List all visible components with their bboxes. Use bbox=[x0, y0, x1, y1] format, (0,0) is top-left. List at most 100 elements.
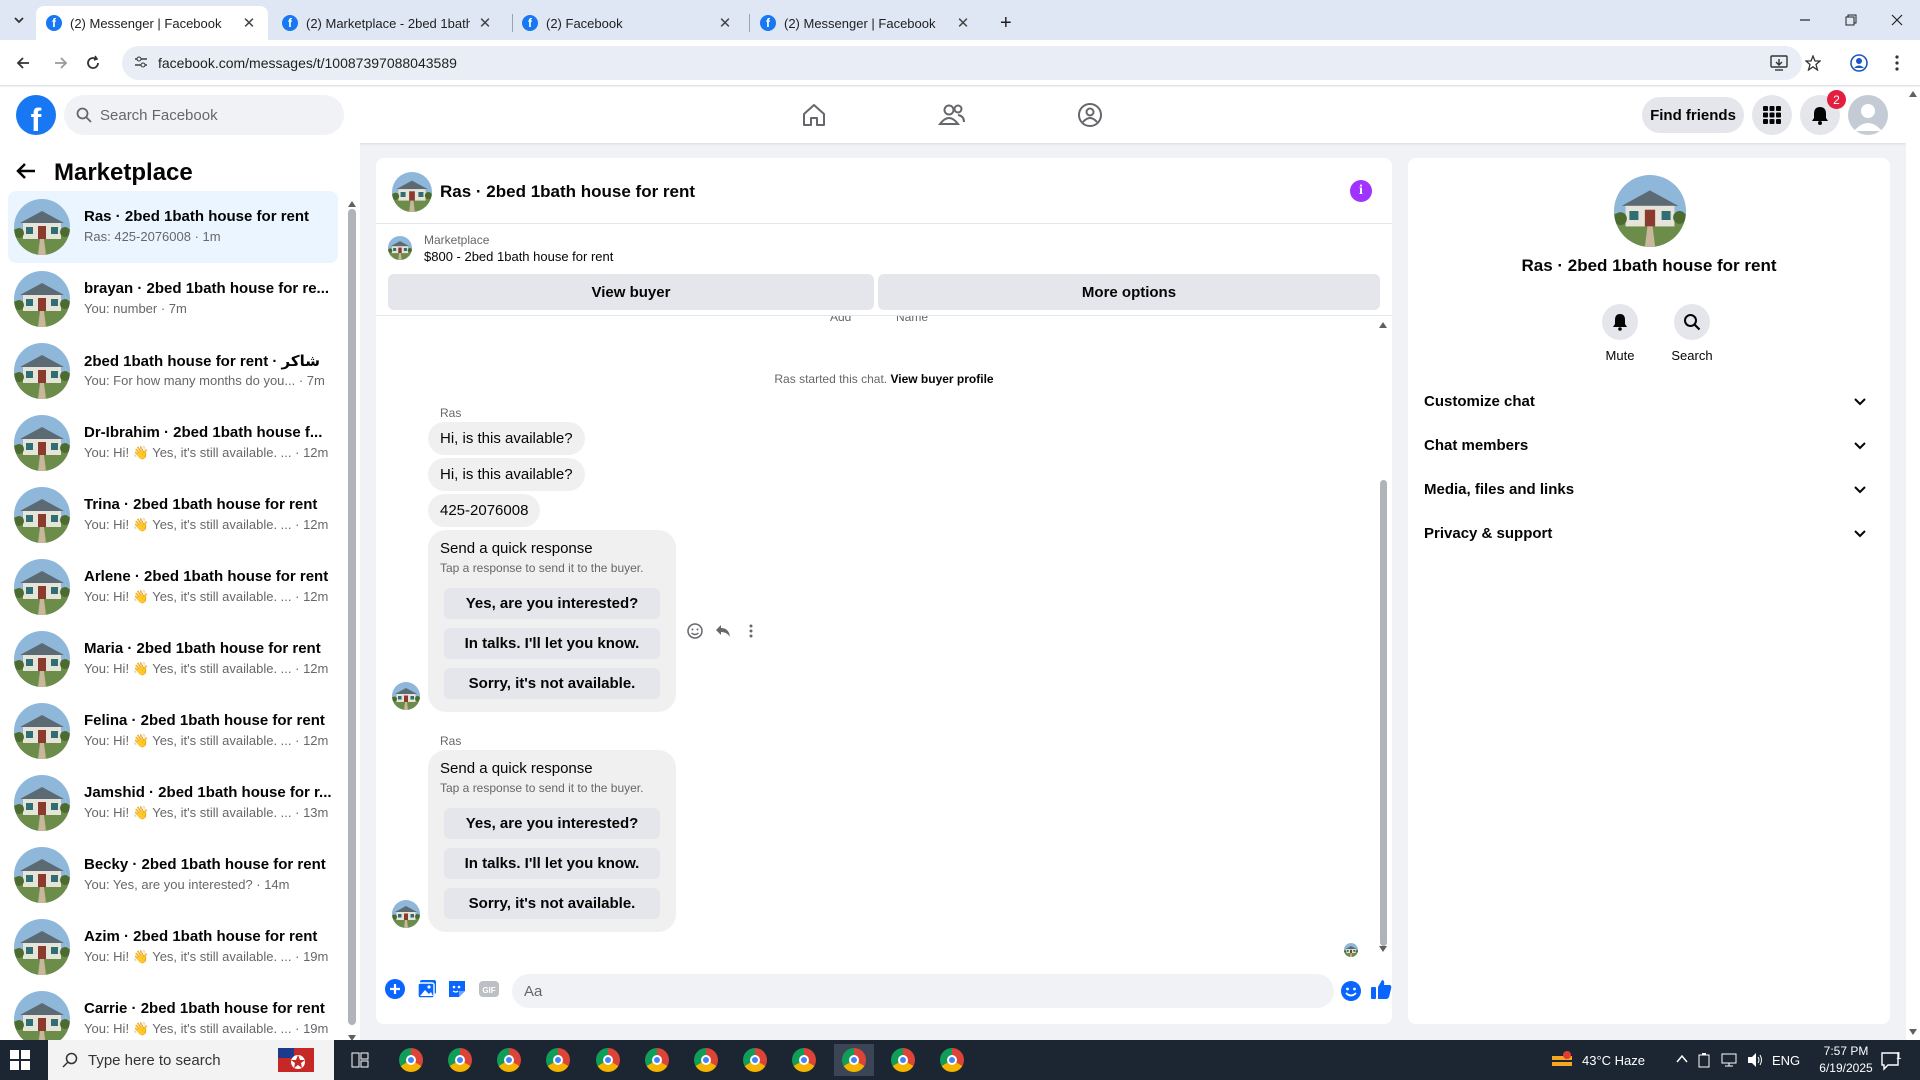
menu-button[interactable] bbox=[1752, 95, 1792, 135]
weather-text[interactable]: 43°C Haze bbox=[1582, 1040, 1645, 1080]
sender-avatar[interactable] bbox=[392, 682, 420, 710]
chat-title[interactable]: Ras · 2bed 1bath house for rent bbox=[440, 182, 695, 202]
chrome-taskbar-app-active[interactable] bbox=[834, 1044, 874, 1076]
scroll-up-icon[interactable] bbox=[1379, 322, 1387, 328]
scroll-up-icon[interactable] bbox=[1909, 91, 1917, 97]
more-options-button[interactable]: More options bbox=[878, 274, 1380, 310]
mute-button[interactable]: Mute bbox=[1590, 304, 1650, 363]
browser-tab-1[interactable]: f (2) Messenger | Facebook ✕ bbox=[36, 6, 268, 40]
conversation-item[interactable]: brayan · 2bed 1bath house for re... You: … bbox=[8, 263, 338, 335]
quick-response-in-talks[interactable]: In talks. I'll let you know. bbox=[444, 628, 660, 659]
like-button[interactable] bbox=[1370, 978, 1392, 1000]
battery-icon[interactable] bbox=[1698, 1052, 1710, 1068]
message-bubble[interactable]: Hi, is this available? bbox=[428, 458, 585, 491]
emoji-button[interactable] bbox=[1340, 980, 1362, 1002]
back-arrow-icon[interactable] bbox=[16, 159, 36, 187]
react-button[interactable] bbox=[684, 620, 706, 642]
customize-chat-section[interactable]: Customize chat bbox=[1424, 379, 1874, 423]
sidebar-scroll-thumb[interactable] bbox=[348, 209, 356, 1025]
conversation-item[interactable]: Becky · 2bed 1bath house for rent You: Ye… bbox=[8, 839, 338, 911]
media-files-links-section[interactable]: Media, files and links bbox=[1424, 467, 1874, 511]
quick-response-yes[interactable]: Yes, are you interested? bbox=[444, 588, 660, 619]
chat-members-section[interactable]: Chat members bbox=[1424, 423, 1874, 467]
minimize-button[interactable] bbox=[1782, 0, 1828, 40]
view-buyer-profile-link[interactable]: View buyer profile bbox=[890, 372, 993, 386]
new-tab-button[interactable]: + bbox=[990, 6, 1022, 40]
conversation-item[interactable]: Azim · 2bed 1bath house for rent You: Hi!… bbox=[8, 911, 338, 983]
sticker-button[interactable] bbox=[446, 978, 468, 1000]
conversation-item[interactable]: 2bed 1bath house for rent · شاكر You: For… bbox=[8, 335, 338, 407]
windows-start-icon[interactable] bbox=[10, 1050, 30, 1070]
chrome-taskbar-app[interactable] bbox=[784, 1044, 824, 1076]
forward-button[interactable] bbox=[48, 50, 74, 76]
chat-avatar[interactable] bbox=[392, 172, 432, 212]
restore-button[interactable] bbox=[1828, 0, 1874, 40]
info-avatar[interactable] bbox=[1614, 175, 1686, 247]
system-clock[interactable]: 7:57 PM 6/19/2025 bbox=[1808, 1043, 1884, 1077]
search-circle[interactable] bbox=[1674, 304, 1710, 340]
mute-circle[interactable] bbox=[1602, 304, 1638, 340]
chrome-taskbar-app[interactable] bbox=[686, 1044, 726, 1076]
reload-button[interactable] bbox=[80, 50, 106, 76]
conversation-item[interactable]: Ras · 2bed 1bath house for rent Ras: 425-… bbox=[8, 191, 338, 263]
install-app-button[interactable] bbox=[1766, 50, 1792, 76]
listing-price-title[interactable]: $800 - 2bed 1bath house for rent bbox=[424, 249, 613, 264]
find-friends-button[interactable]: Find friends bbox=[1642, 97, 1744, 133]
chrome-taskbar-app[interactable] bbox=[489, 1044, 529, 1076]
browser-tab-3[interactable]: f (2) Facebook ✕ bbox=[512, 6, 744, 40]
facebook-logo-icon[interactable]: f bbox=[16, 95, 56, 135]
browser-tab-4[interactable]: f (2) Messenger | Facebook ✕ bbox=[750, 6, 982, 40]
scroll-up-icon[interactable] bbox=[348, 201, 356, 207]
chrome-taskbar-app[interactable] bbox=[440, 1044, 480, 1076]
home-nav-button[interactable] bbox=[798, 99, 830, 131]
conversation-item[interactable]: Maria · 2bed 1bath house for rent You: Hi… bbox=[8, 623, 338, 695]
taskbar-search-box[interactable]: Type here to search bbox=[48, 1040, 334, 1080]
chrome-taskbar-app[interactable] bbox=[391, 1044, 431, 1076]
message-more-button[interactable] bbox=[740, 620, 762, 642]
conversation-item[interactable]: Jamshid · 2bed 1bath house for r... You: … bbox=[8, 767, 338, 839]
close-tab-icon[interactable]: ✕ bbox=[716, 14, 734, 32]
sender-avatar[interactable] bbox=[392, 900, 420, 928]
browser-tab-2[interactable]: f (2) Marketplace - 2bed 1bath h ✕ bbox=[272, 6, 504, 40]
conversation-item[interactable]: Trina · 2bed 1bath house for rent You: Hi… bbox=[8, 479, 338, 551]
volume-icon[interactable] bbox=[1746, 1052, 1764, 1068]
chrome-taskbar-app[interactable] bbox=[735, 1044, 775, 1076]
gif-button[interactable]: GIF bbox=[478, 978, 500, 1000]
site-settings-icon[interactable] bbox=[134, 55, 148, 69]
chrome-taskbar-app[interactable] bbox=[883, 1044, 923, 1076]
message-bubble[interactable]: 425-2076008 bbox=[428, 494, 541, 527]
conversation-item[interactable]: Arlene · 2bed 1bath house for rent You: H… bbox=[8, 551, 338, 623]
groups-nav-button[interactable] bbox=[1074, 99, 1106, 131]
conversation-item[interactable]: Felina · 2bed 1bath house for rent You: H… bbox=[8, 695, 338, 767]
reply-button[interactable] bbox=[712, 620, 734, 642]
close-window-button[interactable] bbox=[1874, 0, 1920, 40]
quick-response-sorry[interactable]: Sorry, it's not available. bbox=[444, 668, 660, 699]
chrome-taskbar-app[interactable] bbox=[588, 1044, 628, 1076]
close-tab-icon[interactable]: ✕ bbox=[240, 14, 258, 32]
message-bubble[interactable]: Hi, is this available? bbox=[428, 422, 585, 455]
account-button[interactable] bbox=[1848, 95, 1888, 135]
address-bar[interactable]: facebook.com/messages/t/1008739708804358… bbox=[122, 46, 1802, 80]
view-buyer-button[interactable]: View buyer bbox=[388, 274, 874, 310]
bookmark-button[interactable] bbox=[1800, 50, 1826, 76]
quick-response-in-talks[interactable]: In talks. I'll let you know. bbox=[444, 848, 660, 879]
friends-nav-button[interactable] bbox=[936, 99, 968, 131]
task-view-button[interactable] bbox=[340, 1044, 380, 1076]
chevron-up-icon[interactable] bbox=[1676, 1054, 1688, 1064]
add-button[interactable] bbox=[384, 978, 406, 1000]
facebook-search-input[interactable]: Search Facebook bbox=[64, 95, 344, 135]
quick-response-sorry[interactable]: Sorry, it's not available. bbox=[444, 888, 660, 919]
search-in-chat-button[interactable]: Search bbox=[1662, 304, 1722, 363]
listing-thumbnail[interactable] bbox=[388, 236, 412, 260]
privacy-support-section[interactable]: Privacy & support bbox=[1424, 511, 1874, 555]
message-input[interactable] bbox=[512, 974, 1334, 1008]
weather-icon[interactable] bbox=[1550, 1050, 1574, 1070]
chrome-taskbar-app[interactable] bbox=[637, 1044, 677, 1076]
input-language[interactable]: ENG bbox=[1772, 1040, 1800, 1080]
page-scrollbar[interactable] bbox=[1906, 87, 1920, 1040]
chat-scroll-thumb[interactable] bbox=[1380, 480, 1387, 946]
attach-photo-button[interactable] bbox=[416, 978, 438, 1000]
close-tab-icon[interactable]: ✕ bbox=[476, 14, 494, 32]
back-button[interactable] bbox=[10, 50, 36, 76]
close-tab-icon[interactable]: ✕ bbox=[954, 14, 972, 32]
